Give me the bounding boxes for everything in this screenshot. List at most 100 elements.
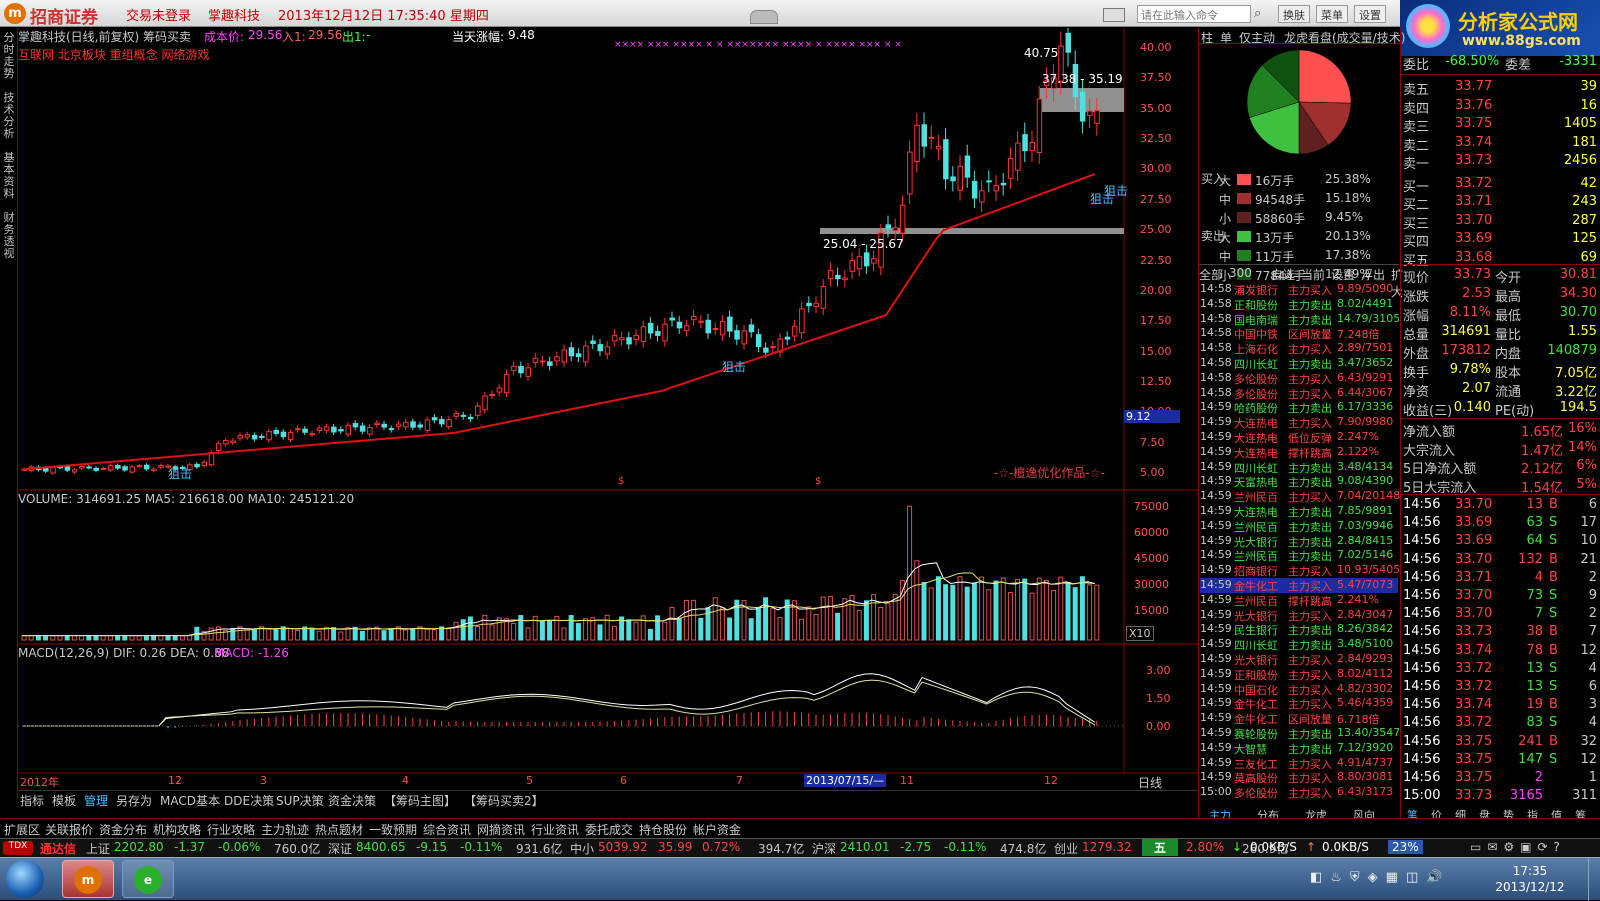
- tick-row[interactable]: 14:56 33.70 73 S 9: [1401, 588, 1600, 606]
- trade-status[interactable]: 交易未登录: [126, 5, 191, 24]
- function-tab[interactable]: 机构攻略: [153, 821, 201, 838]
- alert-row[interactable]: 14:58 正和股份 主力卖出 8.02/4491: [1200, 297, 1398, 312]
- alert-row[interactable]: 14:59 天富热电 主力卖出 9.08/4390: [1200, 474, 1398, 489]
- tick-row[interactable]: 14:56 33.73 38 B 7: [1401, 624, 1600, 642]
- alert-row[interactable]: 14:59 光大银行 主力卖出 2.84/8415: [1200, 534, 1398, 549]
- keyboard-icon[interactable]: [1103, 8, 1125, 22]
- alert-filter[interactable]: 设置: [1331, 266, 1355, 283]
- tick-list[interactable]: 14:56 33.70 13 B 6 14:56 33.69 63 S 17 14:56 33.69 6…: [1401, 494, 1600, 810]
- alert-row[interactable]: 14:59 兰州民百 主力卖出 7.03/9946: [1200, 519, 1398, 534]
- menu-button[interactable]: 菜单: [1316, 5, 1348, 23]
- search-icon[interactable]: ⌕: [1254, 6, 1270, 22]
- ask-row[interactable]: 卖二 33.74 181: [1401, 135, 1600, 154]
- alert-filter[interactable]: 自选: [1271, 266, 1295, 283]
- ask-row[interactable]: 卖一 33.73 2456: [1401, 153, 1600, 172]
- chart-toolbar-item[interactable]: SUP决策: [276, 792, 324, 809]
- tick-row[interactable]: 14:56 33.74 78 B 12: [1401, 643, 1600, 661]
- system-tray-icons[interactable]: ◧♨⛨◈▦◫🔊: [1310, 870, 1450, 885]
- function-tab[interactable]: 行业资讯: [531, 821, 579, 838]
- taskbar-app-browser[interactable]: e: [122, 860, 174, 898]
- bid-row[interactable]: 买四 33.69 125: [1401, 231, 1600, 250]
- alert-row[interactable]: 14:59 四川长虹 主力卖出 3.48/4134: [1200, 460, 1398, 475]
- alert-row[interactable]: 14:58 多伦股份 主力买入 6.44/3067: [1200, 386, 1398, 401]
- alert-row[interactable]: 14:59 哈药股份 主力卖出 6.17/3336: [1200, 400, 1398, 415]
- tick-row[interactable]: 14:56 33.72 13 S 4: [1401, 661, 1600, 679]
- alert-list[interactable]: 14:58 浦发银行 主力买入 9.89/5090 14:58 正和股份 主力卖出 8.02/…: [1199, 282, 1399, 807]
- alert-filter[interactable]: 全部: [1199, 266, 1223, 283]
- tick-row[interactable]: 15:00 33.73 3165 311: [1401, 788, 1600, 806]
- alert-row[interactable]: 14:59 兰州民百 撑杆跳高 2.241%: [1200, 593, 1398, 608]
- function-tab[interactable]: 网摘资讯: [477, 821, 525, 838]
- alert-row[interactable]: 14:59 四川长虹 主力卖出 3.48/5100: [1200, 637, 1398, 652]
- tick-row[interactable]: 14:56 33.70 13 B 6: [1401, 497, 1600, 515]
- alert-row[interactable]: 14:59 莫高股份 主力买入 8.80/3081: [1200, 770, 1398, 785]
- alert-row[interactable]: 14:58 四川长虹 主力卖出 3.47/3652: [1200, 356, 1398, 371]
- alert-row[interactable]: 15:00 多伦股份 主力买入 6.43/3173: [1200, 785, 1398, 800]
- function-tab[interactable]: 帐户资金: [693, 821, 741, 838]
- function-tab[interactable]: 行业攻略: [207, 821, 255, 838]
- bid-row[interactable]: 买一 33.72 42: [1401, 176, 1600, 195]
- alert-row[interactable]: 14:59 大连热电 撑杆跳高 2.122%: [1200, 445, 1398, 460]
- alert-row[interactable]: 14:59 正和股份 主力买入 8.02/4112: [1200, 667, 1398, 682]
- alert-row[interactable]: 14:59 中国石化 主力买入 4.82/3302: [1200, 682, 1398, 697]
- tab-fundamentals[interactable]: 基本资料: [1, 152, 17, 200]
- chart-toolbar-item[interactable]: 模板: [52, 792, 76, 809]
- chart-toolbar-item[interactable]: 指标: [20, 792, 44, 809]
- tick-row[interactable]: 14:56 33.75 241 B 32: [1401, 734, 1600, 752]
- bid-row[interactable]: 买三 33.70 287: [1401, 213, 1600, 232]
- alert-row[interactable]: 14:59 金牛化工 区间放量 6.718倍: [1200, 711, 1398, 726]
- alert-row[interactable]: 14:59 大连热电 主力卖出 7.85/9891: [1200, 504, 1398, 519]
- function-tab[interactable]: 综合资讯: [423, 821, 471, 838]
- ime-indicator[interactable]: 五: [1142, 839, 1178, 856]
- ask-row[interactable]: 卖四 33.76 16: [1401, 98, 1600, 117]
- tick-row[interactable]: 14:56 33.70 7 S 2: [1401, 606, 1600, 624]
- alert-row[interactable]: 14:58 浦发银行 主力买入 9.89/5090: [1200, 282, 1398, 297]
- chart-toolbar-item[interactable]: 另存为: [116, 792, 152, 809]
- kline-chart-area[interactable]: 掌趣科技(日线,前复权) 筹码买卖 成本价: 29.56 入1: 29.56 出…: [18, 28, 1198, 808]
- alert-row[interactable]: 14:59 兰州民百 主力卖出 7.02/5146: [1200, 548, 1398, 563]
- alert-filter[interactable]: 当前: [1301, 266, 1325, 283]
- tab-intraday[interactable]: 分时走势: [1, 32, 17, 80]
- tick-row[interactable]: 14:56 33.72 13 S 6: [1401, 679, 1600, 697]
- tick-row[interactable]: 14:56 33.69 64 S 10: [1401, 533, 1600, 551]
- function-tab[interactable]: 一致预期: [369, 821, 417, 838]
- tray-icons[interactable]: ▭✉⚙▣⟳?: [1470, 840, 1566, 854]
- tick-row[interactable]: 14:56 33.69 63 S 17: [1401, 515, 1600, 533]
- chart-canvas[interactable]: [18, 28, 1198, 798]
- chart-toolbar-item[interactable]: DDE决策: [224, 792, 274, 809]
- alert-row[interactable]: 14:59 兰州民百 主力买入 7.04/20148: [1200, 489, 1399, 504]
- start-orb-icon[interactable]: [6, 860, 44, 898]
- tick-row[interactable]: 14:56 33.72 83 S 4: [1401, 715, 1600, 733]
- tab-technical[interactable]: 技术分析: [1, 92, 17, 140]
- alert-row[interactable]: 14:59 金牛化工 主力买入 5.47/7073: [1200, 578, 1398, 593]
- alert-row[interactable]: 14:59 民生银行 主力卖出 8.26/3842: [1200, 622, 1398, 637]
- chart-toolbar-item[interactable]: 管理: [84, 792, 108, 809]
- function-tab[interactable]: 委托成交: [585, 821, 633, 838]
- function-tab[interactable]: 资金分布: [99, 821, 147, 838]
- alert-row[interactable]: 14:59 大连热电 低位反弹 2.247%: [1200, 430, 1398, 445]
- alert-row[interactable]: 14:59 大智慧 主力卖出 7.12/3920: [1200, 741, 1398, 756]
- alert-row[interactable]: 14:59 赛轮股份 主力卖出 13.40/3547: [1200, 726, 1399, 741]
- clock-time[interactable]: 17:35: [1500, 864, 1560, 878]
- clock-date[interactable]: 2013/12/12: [1480, 880, 1580, 894]
- tick-row[interactable]: 14:56 33.74 19 B 3: [1401, 697, 1600, 715]
- settings-button[interactable]: 设置: [1354, 5, 1386, 23]
- chart-toolbar-item[interactable]: 资金决策: [328, 792, 376, 809]
- alert-filter[interactable]: 浮出: [1361, 266, 1385, 283]
- skin-button[interactable]: 换肤: [1278, 5, 1310, 23]
- ask-row[interactable]: 卖三 33.75 1405: [1401, 116, 1600, 135]
- alert-row[interactable]: 14:59 三友化工 主力买入 4.91/4737: [1200, 756, 1398, 771]
- period-label[interactable]: 日线: [1138, 774, 1162, 791]
- tick-row[interactable]: 14:56 33.70 132 B 21: [1401, 552, 1600, 570]
- tick-row[interactable]: 14:56 33.75 2 1: [1401, 770, 1600, 788]
- function-tab[interactable]: 关联报价: [45, 821, 93, 838]
- alert-row[interactable]: 14:59 金牛化工 主力买入 5.46/4359: [1200, 696, 1398, 711]
- command-input[interactable]: 请在此输入命令: [1137, 5, 1251, 23]
- alert-row[interactable]: 14:59 光大银行 主力买入 2.84/9293: [1200, 652, 1398, 667]
- tab-financials[interactable]: 财务透视: [1, 212, 17, 260]
- alert-row[interactable]: 14:58 国电南瑞 主力卖出 14.79/3105: [1200, 312, 1399, 327]
- alert-row[interactable]: 14:59 招商银行 主力买入 10.93/5405: [1200, 563, 1399, 578]
- function-tab[interactable]: 热点题材: [315, 821, 363, 838]
- chart-toolbar-item[interactable]: 【筹码主图】: [384, 792, 456, 809]
- show-desktop-button[interactable]: [1588, 858, 1600, 901]
